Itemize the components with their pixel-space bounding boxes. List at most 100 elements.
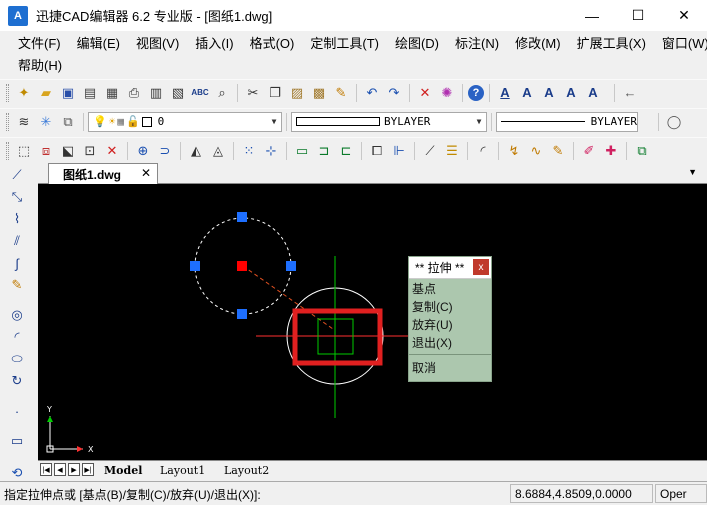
menu-item-exit[interactable]: 退出(X) — [409, 333, 491, 351]
3d-box-icon[interactable]: ⧠ — [367, 141, 387, 161]
menu-view[interactable]: 视图(V) — [128, 33, 187, 52]
last-tab-icon[interactable]: ▶| — [82, 463, 94, 476]
menu-item-copy[interactable]: 复制(C) — [409, 297, 491, 315]
find-text-icon[interactable]: A — [561, 83, 581, 103]
save-as-icon[interactable]: ▤ — [80, 83, 100, 103]
grip-quadrant-bottom[interactable] — [237, 309, 247, 319]
menu-item-cancel[interactable]: 取消 — [409, 358, 491, 376]
toolbar-grip[interactable] — [6, 112, 9, 131]
write-block-icon[interactable]: ⬕ — [58, 141, 78, 161]
layer-manager-icon[interactable]: ≋ — [14, 112, 34, 132]
menu-edit[interactable]: 编辑(E) — [69, 33, 128, 52]
maximize-button[interactable]: ☐ — [615, 0, 661, 31]
block-icon[interactable]: ⬚ — [14, 141, 34, 161]
find-icon[interactable]: ⌕ — [212, 83, 232, 103]
text-scale-icon[interactable]: A — [583, 83, 603, 103]
next-tab-icon[interactable]: ▶ — [68, 463, 80, 476]
layer-previous-icon[interactable]: ⧉ — [58, 112, 78, 132]
lineweight-combo[interactable]: BYLAYER — [496, 111, 638, 132]
print-icon[interactable]: ⎙ — [124, 83, 144, 103]
fillet-icon[interactable]: ◜ — [473, 141, 493, 161]
toolbar-grip[interactable] — [6, 141, 9, 160]
menu-insert[interactable]: 插入(I) — [187, 33, 241, 52]
move-icon[interactable]: ⊹ — [261, 141, 281, 161]
grip-quadrant-top[interactable] — [237, 212, 247, 222]
prev-tab-icon[interactable]: ◀ — [54, 463, 66, 476]
revcloud-icon[interactable]: ↻ — [7, 370, 27, 392]
grip-quadrant-right[interactable] — [286, 261, 296, 271]
text-icon[interactable]: A — [517, 83, 537, 103]
offset-icon[interactable]: ◬ — [208, 141, 228, 161]
multiline-icon[interactable]: ⫽ — [7, 230, 27, 252]
canvas-drawing[interactable]: Y X — [38, 184, 707, 460]
close-button[interactable]: ✕ — [661, 0, 707, 31]
group-icon[interactable]: ⊡ — [80, 141, 100, 161]
menu-item-base-point[interactable]: 基点 — [409, 279, 491, 297]
menu-custom-tools[interactable]: 定制工具(T) — [302, 33, 387, 52]
mirror-icon[interactable]: ◭ — [186, 141, 206, 161]
open-folder-icon[interactable]: ▰ — [36, 83, 56, 103]
menu-window[interactable]: 窗口(W) — [654, 33, 707, 52]
scale-icon[interactable]: ⊏ — [336, 141, 356, 161]
match-properties-icon[interactable]: ✎ — [331, 83, 351, 103]
edit-polyline-icon[interactable]: ↯ — [504, 141, 524, 161]
add-eraser-icon[interactable]: ✚ — [601, 141, 621, 161]
break-icon[interactable]: ☰ — [442, 141, 462, 161]
spline-icon[interactable]: ∫ — [7, 252, 27, 274]
point-icon[interactable]: · — [7, 400, 27, 422]
menu-extension-tools[interactable]: 扩展工具(X) — [569, 33, 654, 52]
circle-outline-icon[interactable]: ◯ — [664, 112, 684, 132]
chevron-down-icon[interactable]: ▼ — [472, 113, 486, 131]
trim-icon[interactable]: ⟋ — [420, 141, 440, 161]
menu-item-undo[interactable]: 放弃(U) — [409, 315, 491, 333]
sketch-icon[interactable]: ✎ — [7, 274, 27, 296]
cut-icon[interactable]: ✂ — [243, 83, 263, 103]
page-setup-icon[interactable]: ▧ — [168, 83, 188, 103]
menu-format[interactable]: 格式(O) — [242, 33, 303, 52]
edit-text-icon[interactable]: A — [539, 83, 559, 103]
first-tab-icon[interactable]: |◀ — [40, 463, 52, 476]
tab-layout1[interactable]: Layout1 — [154, 462, 211, 478]
menu-modify[interactable]: 修改(M) — [507, 33, 569, 52]
grip-quadrant-left[interactable] — [190, 261, 200, 271]
extend-icon[interactable]: ⊩ — [389, 141, 409, 161]
arc-icon[interactable]: ◜ — [7, 326, 27, 348]
layer-state-icon[interactable]: ✳ — [36, 112, 56, 132]
menu-help[interactable]: 帮助(H) — [10, 55, 70, 74]
rectangle-draw-icon[interactable]: ▭ — [7, 430, 27, 452]
linetype-combo[interactable]: BYLAYER ▼ — [291, 111, 487, 132]
menu-file[interactable]: 文件(F) — [10, 33, 69, 52]
help-icon[interactable]: ? — [468, 84, 484, 101]
array-icon[interactable]: ⁙ — [239, 141, 259, 161]
grip-center-hot[interactable] — [237, 261, 247, 271]
delete-icon[interactable]: ✕ — [415, 83, 435, 103]
spell-check-icon[interactable]: ABC — [190, 83, 210, 103]
mirror-axis-icon[interactable]: ⊃ — [155, 141, 175, 161]
construction-line-icon[interactable]: ⤡ — [7, 186, 27, 208]
paste-special-icon[interactable]: ▩ — [309, 83, 329, 103]
insert-block-icon[interactable]: ⧈ — [36, 141, 56, 161]
context-menu-close-button[interactable]: x — [473, 259, 489, 275]
tab-list-chevron-icon[interactable]: ▼ — [688, 167, 697, 177]
text-style-icon[interactable]: A — [495, 83, 515, 103]
copy-clip-icon[interactable]: ⧉ — [632, 141, 652, 161]
toolbar-grip[interactable] — [6, 83, 9, 102]
close-tab-icon[interactable]: ✕ — [141, 166, 151, 180]
undo-icon[interactable]: ↶ — [362, 83, 382, 103]
ellipse-icon[interactable]: ⬭ — [7, 348, 27, 370]
layer-combo[interactable]: 💡 ☀ ▦ 🔓 0 ▼ — [88, 111, 282, 132]
eraser-icon[interactable]: ✐ — [579, 141, 599, 161]
line-icon[interactable]: ⟋ — [7, 164, 27, 186]
copy-object-icon[interactable]: ⊕ — [133, 141, 153, 161]
purge-icon[interactable]: ✺ — [437, 83, 457, 103]
erase-icon[interactable]: ✕ — [102, 141, 122, 161]
paste-icon[interactable]: ▨ — [287, 83, 307, 103]
tab-layout2[interactable]: Layout2 — [218, 462, 275, 478]
rectangle-icon[interactable]: ▭ — [292, 141, 312, 161]
edit-spline-icon[interactable]: ∿ — [526, 141, 546, 161]
arrow-left-icon[interactable]: ← — [620, 83, 640, 103]
minimize-button[interactable]: — — [569, 0, 615, 31]
menu-dimension[interactable]: 标注(N) — [447, 33, 507, 52]
mode-indicator[interactable]: Oper — [655, 484, 707, 503]
circle-icon[interactable]: ◎ — [7, 304, 27, 326]
